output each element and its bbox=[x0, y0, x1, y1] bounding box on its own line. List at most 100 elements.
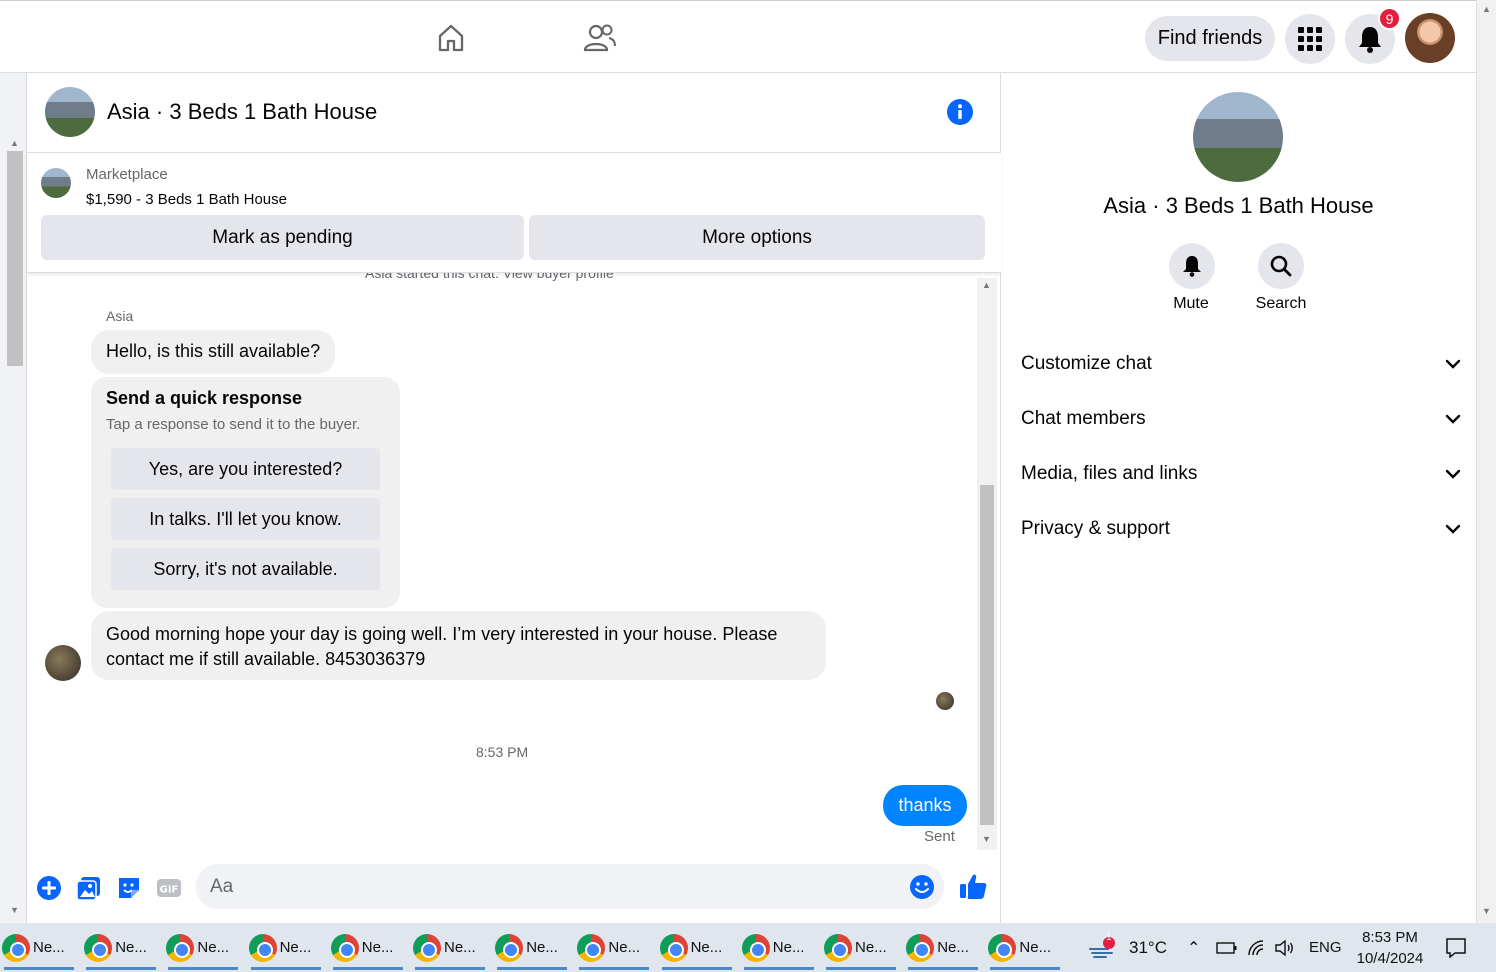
active-indicator bbox=[990, 967, 1061, 970]
taskbar-chrome-window[interactable]: Ne... bbox=[0, 923, 78, 972]
message-input[interactable] bbox=[196, 864, 944, 909]
active-indicator bbox=[415, 967, 485, 970]
taskbar-chrome-window[interactable]: Ne... bbox=[658, 923, 736, 972]
active-indicator bbox=[743, 967, 814, 970]
message-scrollbar[interactable]: ▲ ▼ bbox=[977, 278, 997, 850]
thumbs-up-icon[interactable] bbox=[959, 872, 987, 905]
language-indicator[interactable]: ENG bbox=[1309, 923, 1342, 972]
active-indicator bbox=[250, 967, 321, 970]
taskbar-chrome-window[interactable]: Ne... bbox=[575, 923, 653, 972]
sent-status: Sent bbox=[924, 828, 955, 845]
taskbar-window-label: Ne... bbox=[772, 939, 805, 956]
quick-response-button[interactable]: In talks. I'll let you know. bbox=[111, 498, 380, 540]
scroll-up-arrow-icon[interactable]: ▲ bbox=[10, 138, 19, 148]
notification-count-badge: 9 bbox=[1378, 7, 1401, 30]
active-indicator bbox=[908, 967, 979, 970]
customize-chat-section[interactable]: Customize chat bbox=[1021, 344, 1461, 384]
chrome-icon bbox=[166, 933, 195, 962]
scroll-up-arrow-icon[interactable]: ▲ bbox=[982, 280, 991, 290]
quick-response-button[interactable]: Sorry, it's not available. bbox=[111, 548, 380, 590]
sender-name: Asia bbox=[106, 308, 134, 324]
active-indicator bbox=[168, 967, 239, 970]
marketplace-label: Marketplace bbox=[86, 166, 168, 183]
taskbar-chrome-window[interactable]: Ne... bbox=[740, 923, 818, 972]
left-scrollbar[interactable]: ▲ ▼ bbox=[0, 73, 27, 923]
chat-started-notice: Asia started this chat. View buyer profi… bbox=[365, 273, 614, 281]
friends-icon[interactable] bbox=[583, 21, 617, 55]
active-indicator bbox=[332, 967, 403, 970]
battery-icon[interactable] bbox=[1216, 923, 1238, 972]
gif-icon[interactable]: GIF bbox=[156, 875, 182, 906]
taskbar-chrome-window[interactable]: Ne... bbox=[164, 923, 242, 972]
weather-badge: 1 bbox=[1106, 932, 1112, 943]
plus-icon[interactable] bbox=[36, 875, 62, 906]
media-files-links-section[interactable]: Media, files and links bbox=[1021, 454, 1461, 494]
chrome-icon bbox=[741, 933, 770, 962]
clock-time: 8:53 PM bbox=[1362, 928, 1418, 946]
mute-bell-icon[interactable] bbox=[1169, 243, 1215, 289]
outgoing-message: thanks bbox=[883, 785, 967, 826]
chat-members-section[interactable]: Chat members bbox=[1021, 399, 1461, 439]
weather-icon[interactable]: 1 bbox=[1088, 923, 1118, 972]
left-scroll-thumb[interactable] bbox=[7, 151, 23, 366]
chrome-icon bbox=[248, 933, 277, 962]
taskbar-chrome-window[interactable]: Ne... bbox=[411, 923, 489, 972]
listing-photo[interactable] bbox=[1193, 92, 1283, 182]
chat-title[interactable]: Asia · 3 Beds 1 Bath House bbox=[107, 99, 377, 125]
active-indicator bbox=[579, 967, 650, 970]
listing-thumbnail[interactable] bbox=[45, 87, 95, 137]
chrome-icon bbox=[906, 933, 935, 962]
profile-avatar[interactable] bbox=[1405, 13, 1455, 63]
volume-icon[interactable] bbox=[1275, 923, 1295, 972]
search-label: Search bbox=[1255, 295, 1307, 312]
emoji-icon[interactable] bbox=[909, 874, 935, 905]
scroll-up-arrow-icon[interactable]: ▲ bbox=[1482, 4, 1491, 14]
notification-center-icon[interactable] bbox=[1446, 923, 1466, 972]
scroll-down-arrow-icon[interactable]: ▼ bbox=[1482, 906, 1491, 916]
quick-response-button[interactable]: Yes, are you interested? bbox=[111, 448, 380, 490]
buyer-avatar[interactable] bbox=[45, 645, 81, 681]
taskbar-window-label: Ne... bbox=[1019, 939, 1052, 956]
temperature[interactable]: 31°C bbox=[1129, 923, 1167, 972]
mark-as-pending-button[interactable]: Mark as pending bbox=[41, 215, 524, 260]
mute-label: Mute bbox=[1173, 295, 1209, 312]
active-indicator bbox=[497, 967, 568, 970]
search-icon[interactable] bbox=[1258, 243, 1304, 289]
photo-icon[interactable] bbox=[76, 875, 102, 906]
chevron-down-icon bbox=[1445, 469, 1461, 479]
info-icon[interactable] bbox=[947, 99, 973, 130]
taskbar-chrome-window[interactable]: Ne... bbox=[986, 923, 1064, 972]
taskbar-chrome-window[interactable]: Ne... bbox=[82, 923, 160, 972]
quick-response-subtitle: Tap a response to send it to the buyer. bbox=[106, 416, 361, 433]
taskbar-window-label: Ne... bbox=[33, 939, 65, 956]
chrome-icon bbox=[577, 933, 606, 962]
tray-overflow-icon[interactable]: ⌃ bbox=[1187, 923, 1200, 972]
taskbar-chrome-window[interactable]: Ne... bbox=[247, 923, 325, 972]
home-icon[interactable] bbox=[434, 21, 468, 55]
active-indicator bbox=[4, 967, 74, 970]
message-scroll-thumb[interactable] bbox=[980, 485, 994, 825]
grid-menu-icon[interactable] bbox=[1285, 14, 1335, 64]
taskbar-chrome-window[interactable]: Ne... bbox=[329, 923, 407, 972]
listing-title-price[interactable]: $1,590 - 3 Beds 1 Bath House bbox=[86, 191, 287, 208]
taskbar-chrome-window[interactable]: Ne... bbox=[822, 923, 900, 972]
scroll-down-arrow-icon[interactable]: ▼ bbox=[982, 834, 991, 844]
chrome-icon bbox=[659, 933, 688, 962]
sticker-icon[interactable] bbox=[116, 875, 142, 906]
info-panel-title: Asia · 3 Beds 1 Bath House bbox=[1103, 193, 1374, 218]
chevron-down-icon bbox=[1445, 414, 1461, 424]
taskbar-chrome-window[interactable]: Ne... bbox=[904, 923, 982, 972]
find-friends-button[interactable]: Find friends bbox=[1145, 16, 1275, 61]
taskbar-chrome-window[interactable]: Ne... bbox=[493, 923, 571, 972]
incoming-message: Good morning hope your day is going well… bbox=[91, 611, 826, 680]
page-scrollbar[interactable]: ▲ ▼ bbox=[1476, 0, 1496, 923]
svg-text:GIF: GIF bbox=[160, 885, 179, 896]
scroll-down-arrow-icon[interactable]: ▼ bbox=[10, 905, 19, 915]
chrome-icon bbox=[988, 933, 1017, 962]
system-clock[interactable]: 8:53 PM 10/4/2024 bbox=[1354, 923, 1426, 972]
conversation-info-panel: Asia · 3 Beds 1 Bath House Mute Search C… bbox=[1001, 73, 1476, 923]
privacy-support-section[interactable]: Privacy & support bbox=[1021, 509, 1461, 549]
quick-response-card: Send a quick response Tap a response to … bbox=[91, 377, 400, 608]
wifi-icon[interactable] bbox=[1248, 923, 1266, 972]
more-options-button[interactable]: More options bbox=[529, 215, 985, 260]
